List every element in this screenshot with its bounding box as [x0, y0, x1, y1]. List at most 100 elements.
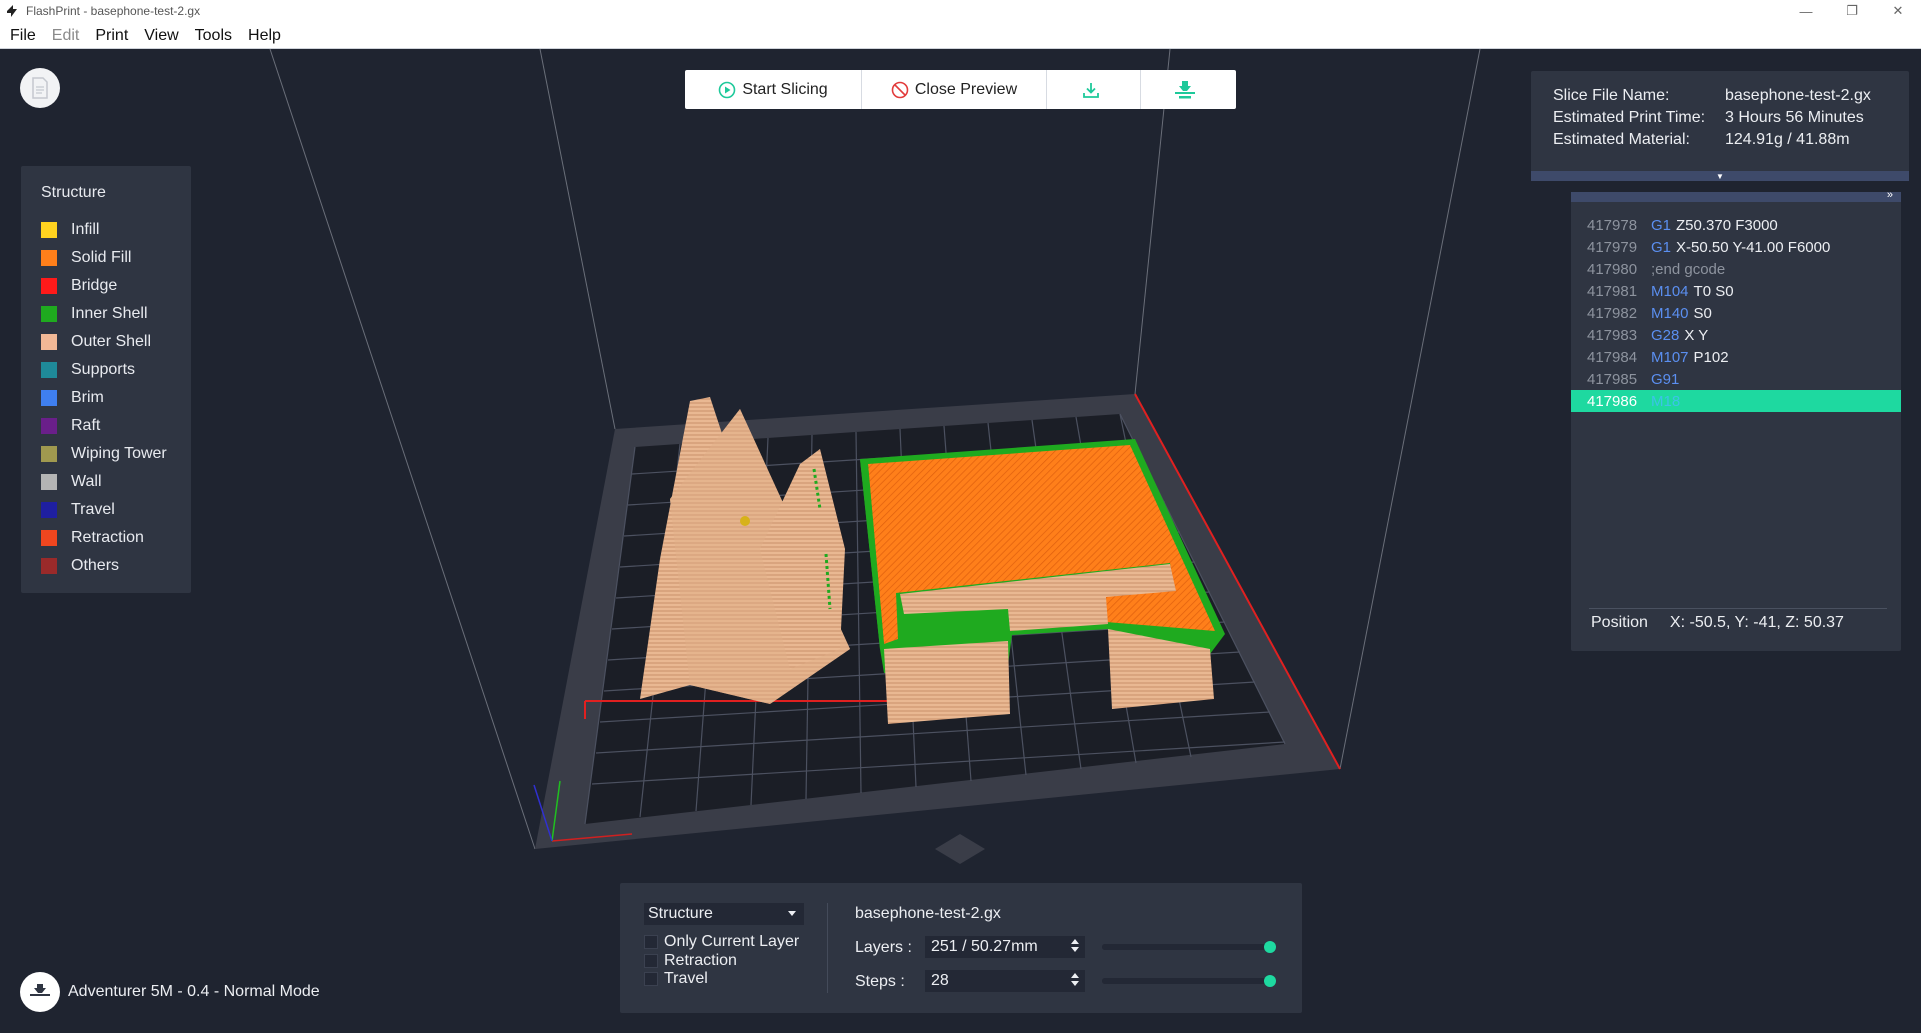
expand-panel-icon[interactable]: »: [1887, 189, 1893, 201]
collapse-info-button[interactable]: ▼: [1531, 171, 1909, 181]
gcode-line[interactable]: 417985 G91: [1571, 368, 1901, 390]
legend-swatch: [41, 334, 57, 350]
close-icon[interactable]: ✕: [1875, 0, 1921, 22]
gcode-command: M107: [1651, 348, 1689, 366]
stepper-down-icon[interactable]: [1071, 947, 1079, 952]
menu-tools[interactable]: Tools: [189, 22, 238, 49]
legend-label: Solid Fill: [71, 249, 132, 266]
printer-nozzle-icon: [30, 984, 50, 996]
preview-file-name: basephone-test-2.gx: [855, 905, 1001, 922]
legend-item-wiping-tower: Wiping Tower: [41, 440, 191, 468]
travel-checkbox[interactable]: Travel: [644, 970, 708, 988]
title-bar: FlashPrint - basephone-test-2.gx — ❐ ✕: [0, 0, 1921, 22]
checkbox-box[interactable]: [644, 935, 658, 949]
gcode-line[interactable]: 417979 G1 X-50.50 Y-41.00 F6000: [1571, 236, 1901, 258]
slider-handle[interactable]: [1264, 941, 1276, 953]
material-row: Estimated Material: 124.91g / 41.88m: [1553, 131, 1909, 153]
file-list-button[interactable]: [20, 68, 60, 108]
gcode-line-number: 417981: [1587, 282, 1638, 300]
legend-label: Outer Shell: [71, 333, 152, 350]
material-label: Estimated Material:: [1553, 131, 1690, 148]
legend-item-brim: Brim: [41, 384, 191, 412]
gcode-list[interactable]: 417978 G1 Z50.370 F3000 417979 G1 X-50.50 Y-4…: [1571, 202, 1901, 412]
gcode-command: G91: [1651, 370, 1680, 388]
gcode-command: G1: [1651, 238, 1672, 256]
close-preview-label: Close Preview: [914, 80, 1018, 98]
minimize-icon[interactable]: —: [1783, 0, 1829, 22]
slider-fill: [1102, 978, 1270, 984]
gcode-line[interactable]: 417982 M140 S0: [1571, 302, 1901, 324]
checkbox-box[interactable]: [644, 972, 658, 986]
restore-icon[interactable]: ❐: [1829, 0, 1875, 22]
legend-swatch: [41, 306, 57, 322]
menu-edit[interactable]: Edit: [46, 22, 86, 49]
stepper-up-icon[interactable]: [1071, 939, 1079, 944]
gcode-arguments: X Y: [1684, 326, 1709, 344]
material-value: 124.91g / 41.88m: [1725, 131, 1850, 148]
slider-handle[interactable]: [1264, 975, 1276, 987]
start-slicing-button[interactable]: Start Slicing: [685, 70, 862, 109]
panel-divider: [827, 903, 828, 993]
menu-file[interactable]: File: [4, 22, 42, 49]
stepper-up-icon[interactable]: [1071, 973, 1079, 978]
menu-view[interactable]: View: [138, 22, 184, 49]
checkbox-label: Retraction: [664, 952, 737, 969]
send-to-printer-button[interactable]: [1141, 70, 1234, 109]
legend-item-others: Others: [41, 552, 191, 580]
stepper-down-icon[interactable]: [1071, 981, 1079, 986]
steps-spinbox[interactable]: 28: [925, 970, 1085, 992]
document-icon: [32, 77, 48, 99]
close-preview-button[interactable]: Close Preview: [862, 70, 1047, 109]
checkbox-label: Only Current Layer: [664, 933, 800, 950]
machine-label: Adventurer 5M - 0.4 - Normal Mode: [68, 983, 320, 1000]
checkbox-box[interactable]: [644, 954, 658, 968]
view-mode-select[interactable]: Structure: [644, 903, 804, 925]
legend-swatch: [41, 250, 57, 266]
menu-help[interactable]: Help: [242, 22, 287, 49]
gcode-line-number: 417980: [1587, 260, 1638, 278]
legend-swatch: [41, 502, 57, 518]
steps-slider[interactable]: [1102, 975, 1276, 987]
3d-viewport[interactable]: Start Slicing Close Preview Structure In…: [0, 49, 1921, 1033]
gcode-line-number: 417985: [1587, 370, 1638, 388]
gcode-arguments: X-50.50 Y-41.00 F6000: [1676, 238, 1831, 256]
legend-swatch: [41, 558, 57, 574]
gcode-arguments: T0 S0: [1693, 282, 1734, 300]
legend-swatch: [41, 278, 57, 294]
gcode-arguments: S0: [1693, 304, 1712, 322]
only-current-layer-checkbox[interactable]: Only Current Layer: [644, 933, 799, 951]
gcode-line-number: 417982: [1587, 304, 1638, 322]
legend-swatch: [41, 222, 57, 238]
layers-slider[interactable]: [1102, 941, 1276, 953]
legend-item-wall: Wall: [41, 468, 191, 496]
gcode-line-number: 417986: [1587, 392, 1638, 410]
slice-file-name-label: Slice File Name:: [1553, 87, 1670, 104]
gcode-line[interactable]: 417980 ;end gcode: [1571, 258, 1901, 280]
gcode-line[interactable]: 417981 M104 T0 S0: [1571, 280, 1901, 302]
legend-title: Structure: [41, 184, 106, 201]
gcode-line-number: 417979: [1587, 238, 1638, 256]
gcode-line[interactable]: 417978 G1 Z50.370 F3000: [1571, 214, 1901, 236]
legend-item-inner-shell: Inner Shell: [41, 300, 191, 328]
legend-swatch: [41, 474, 57, 490]
layers-spinbox[interactable]: 251 / 50.27mm: [925, 936, 1085, 958]
position-readout: Position X: -50.5, Y: -41, Z: 50.37: [1591, 614, 1844, 632]
legend-swatch: [41, 446, 57, 462]
steps-value: 28: [931, 972, 949, 989]
checkbox-label: Travel: [664, 970, 708, 987]
menu-print[interactable]: Print: [89, 22, 134, 49]
gcode-command: M140: [1651, 304, 1689, 322]
gcode-line-number: 417978: [1587, 216, 1638, 234]
export-button[interactable]: [1047, 70, 1141, 109]
window-title: FlashPrint - basephone-test-2.gx: [26, 4, 201, 18]
gcode-line[interactable]: 417986 M18: [1571, 390, 1901, 412]
legend-item-solid-fill: Solid Fill: [41, 244, 191, 272]
legend-swatch: [41, 390, 57, 406]
machine-select-button[interactable]: [20, 972, 60, 1012]
legend-item-outer-shell: Outer Shell: [41, 328, 191, 356]
gcode-line[interactable]: 417984 M107 P102: [1571, 346, 1901, 368]
retraction-checkbox[interactable]: Retraction: [644, 952, 737, 970]
gcode-line[interactable]: 417983 G28 X Y: [1571, 324, 1901, 346]
legend-label: Travel: [71, 501, 115, 518]
gcode-command: M18: [1651, 392, 1681, 410]
